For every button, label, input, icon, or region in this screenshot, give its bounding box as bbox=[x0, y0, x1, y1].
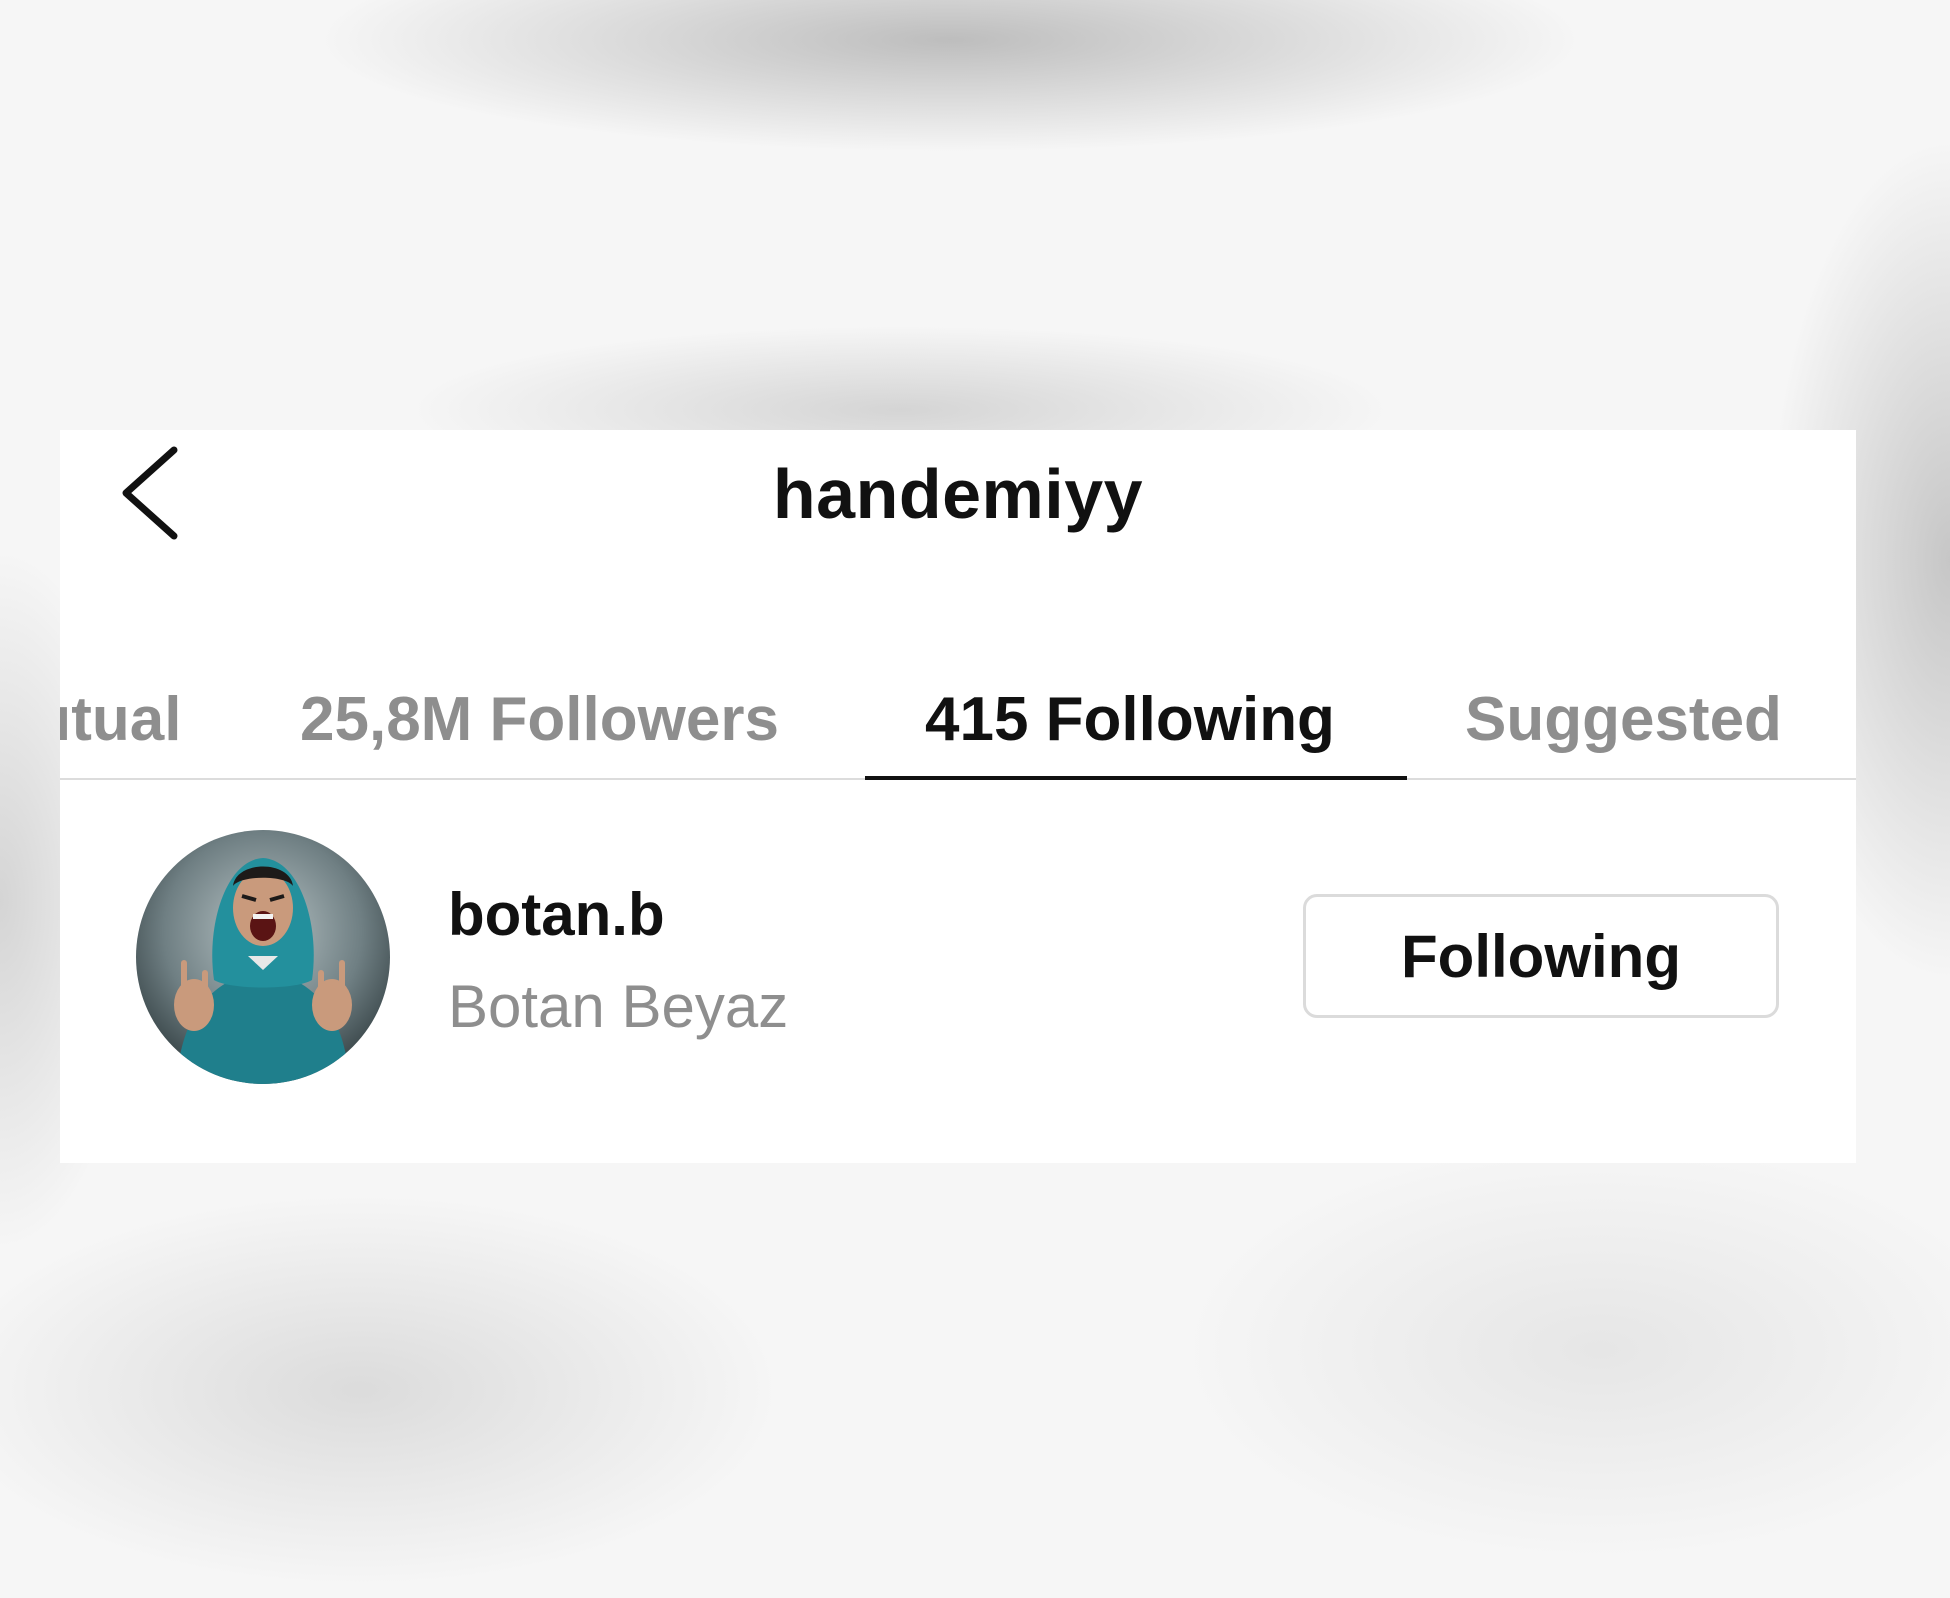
following-button[interactable]: Following bbox=[1303, 894, 1779, 1018]
tab-followers[interactable]: 25,8M Followers bbox=[300, 650, 820, 778]
profile-photo bbox=[136, 830, 390, 1084]
tab-following[interactable]: 415 Following bbox=[865, 650, 1407, 780]
tab-label: 25,8M Followers bbox=[300, 685, 779, 754]
tab-bar: ıtual 25,8M Followers 415 Following Sugg… bbox=[60, 650, 1856, 780]
username[interactable]: botan.b bbox=[448, 880, 665, 949]
tab-label: ıtual bbox=[60, 685, 182, 754]
tab-suggested[interactable]: Suggested bbox=[1465, 650, 1805, 778]
tab-mutual[interactable]: ıtual bbox=[60, 650, 244, 778]
tab-label: 415 Following bbox=[925, 685, 1335, 754]
following-screen: handemiyy ıtual 25,8M Followers 415 Foll… bbox=[60, 430, 1856, 1163]
avatar[interactable] bbox=[136, 830, 390, 1084]
full-name: Botan Beyaz bbox=[448, 973, 789, 1040]
list-item[interactable]: botan.b Botan Beyaz Following bbox=[60, 830, 1856, 1090]
page-title: handemiyy bbox=[772, 455, 1144, 533]
tab-label: Suggested bbox=[1465, 685, 1782, 754]
